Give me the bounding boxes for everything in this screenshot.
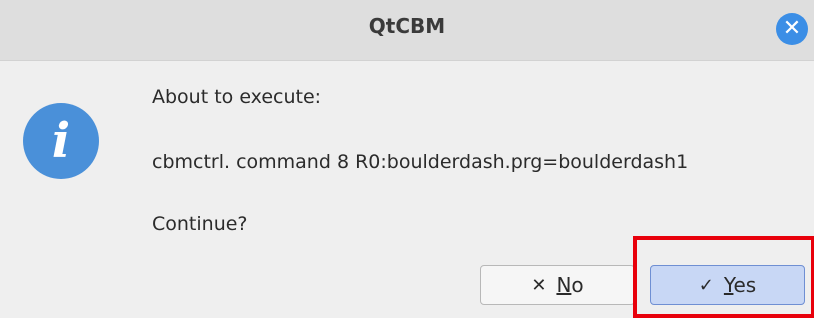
no-button[interactable]: ✕ No (480, 265, 635, 305)
title-bar: QtCBM ✕ (0, 0, 814, 61)
no-mnemonic: N (556, 273, 572, 297)
message-line-1: About to execute: (152, 86, 322, 108)
yes-label-rest: es (733, 273, 757, 297)
yes-button[interactable]: ✓ Yes (650, 265, 805, 305)
message-command: cbmctrl. command 8 R0:boulderdash.prg=bo… (152, 151, 689, 173)
message-question: Continue? (152, 213, 248, 235)
no-label-rest: o (571, 273, 584, 297)
window-title: QtCBM (368, 14, 446, 38)
x-icon: ✕ (531, 274, 547, 296)
info-icon-glyph: i (51, 113, 71, 169)
info-icon: i (23, 103, 99, 179)
checkmark-icon: ✓ (698, 274, 714, 296)
no-button-label: No (556, 273, 583, 297)
close-icon: ✕ (782, 16, 802, 41)
close-button[interactable]: ✕ (776, 13, 808, 45)
dialog-window: QtCBM ✕ i About to execute: cbmctrl. com… (0, 0, 814, 318)
yes-button-label: Yes (724, 273, 756, 297)
